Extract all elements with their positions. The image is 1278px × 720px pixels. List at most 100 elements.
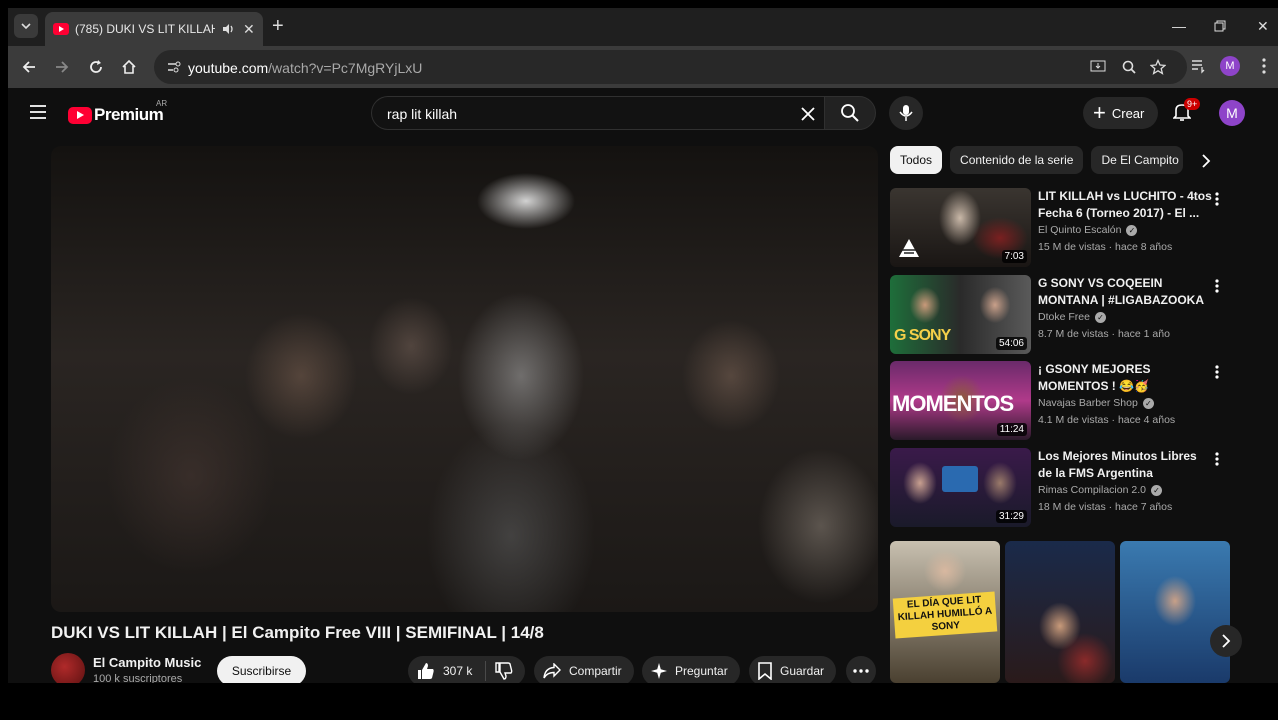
thumbnail-badge-art xyxy=(942,466,978,492)
like-dislike-group: 307 k xyxy=(408,656,525,683)
recommendation-item[interactable]: MOMENTOS 11:24 ¡ GSONY MEJORES MOMENTOS … xyxy=(890,361,1230,441)
minimize-icon[interactable]: — xyxy=(1172,18,1186,34)
verified-icon: ✓ xyxy=(1150,484,1162,496)
short-thumbnail[interactable] xyxy=(1120,541,1230,683)
restore-icon[interactable] xyxy=(1214,20,1226,32)
site-info-icon[interactable] xyxy=(166,59,182,75)
video-thumbnail[interactable]: G SONY 54:06 xyxy=(890,275,1031,354)
short-thumbnail[interactable]: EL DÍA QUE LIT KILLAH HUMILLÓ A SONY xyxy=(890,541,1000,683)
channel-name: Dtoke Free xyxy=(1038,311,1090,323)
subscribe-button[interactable]: Suscribirse xyxy=(217,656,306,683)
youtube-favicon-icon xyxy=(53,23,69,35)
tab-strip: (785) DUKI VS LIT KILLAH | E ✕ + — ✕ xyxy=(8,8,1278,46)
video-thumbnail[interactable]: MOMENTOS 11:24 xyxy=(890,361,1031,440)
more-horizontal-icon xyxy=(853,669,869,673)
bookmark-star-icon[interactable] xyxy=(1150,59,1166,75)
ask-label: Preguntar xyxy=(675,664,728,678)
recommendation-title[interactable]: ¡ GSONY MEJORES MOMENTOS ! 😂🥳 PARODIA... xyxy=(1038,361,1213,395)
thumbs-down-icon xyxy=(495,662,513,680)
channel-name[interactable]: El Campito Music xyxy=(93,655,201,670)
reload-button[interactable] xyxy=(87,58,105,76)
save-button[interactable]: Guardar xyxy=(749,656,837,683)
speaker-icon[interactable] xyxy=(221,22,235,36)
chip-all[interactable]: Todos xyxy=(890,146,943,174)
install-app-icon[interactable] xyxy=(1090,59,1106,75)
ask-button[interactable]: Preguntar xyxy=(642,656,740,683)
recommendation-channel: Rimas Compilacion 2.0 ✓ xyxy=(1038,484,1162,496)
sparkle-icon xyxy=(651,663,667,679)
url-path: /watch?v=Pc7MgRYjLxU xyxy=(268,60,423,76)
close-window-icon[interactable]: ✕ xyxy=(1257,18,1269,35)
address-bar[interactable]: youtube.com/watch?v=Pc7MgRYjLxU xyxy=(154,50,1187,84)
thumbnail-art-text: MOMENTOS xyxy=(892,391,1014,416)
search-input[interactable]: rap lit killah xyxy=(371,96,824,130)
bookmark-icon xyxy=(758,662,772,680)
more-actions-button[interactable] xyxy=(846,656,876,683)
recommendation-title[interactable]: LIT KILLAH vs LUCHITO - 4tos Fecha 6 (To… xyxy=(1038,188,1213,222)
browser-menu-icon[interactable] xyxy=(1262,58,1266,74)
thumbs-up-icon xyxy=(418,663,434,679)
channel-name: Navajas Barber Shop xyxy=(1038,397,1138,409)
video-title: DUKI VS LIT KILLAH | El Campito Free VII… xyxy=(51,623,544,642)
recommendation-meta: 18 M de vistas · hace 7 años xyxy=(1038,501,1173,513)
search-icon xyxy=(841,104,859,122)
url-host: youtube.com xyxy=(188,60,269,76)
notifications-button[interactable]: 9+ xyxy=(1172,98,1201,127)
verified-icon: ✓ xyxy=(1094,311,1106,323)
more-vertical-icon[interactable] xyxy=(1215,452,1219,466)
back-button[interactable] xyxy=(20,58,38,76)
youtube-premium-logo[interactable]: Premium AR xyxy=(68,99,167,125)
clear-search-icon[interactable] xyxy=(798,104,818,124)
active-tab[interactable]: (785) DUKI VS LIT KILLAH | E ✕ xyxy=(45,12,263,46)
shorts-shelf: EL DÍA QUE LIT KILLAH HUMILLÓ A SONY xyxy=(890,541,1230,683)
shorts-next-button[interactable] xyxy=(1210,625,1242,657)
search-button[interactable] xyxy=(824,96,876,130)
short-thumbnail[interactable] xyxy=(1005,541,1115,683)
share-button[interactable]: Compartir xyxy=(534,656,634,683)
save-label: Guardar xyxy=(780,664,825,678)
video-thumbnail[interactable]: 7:03 xyxy=(890,188,1031,267)
chip-series[interactable]: Contenido de la serie xyxy=(950,146,1084,174)
video-thumbnail[interactable]: 31:29 xyxy=(890,448,1031,527)
microphone-icon xyxy=(899,105,913,121)
profile-avatar-small[interactable]: M xyxy=(1220,56,1240,76)
share-label: Compartir xyxy=(569,664,622,678)
like-button[interactable]: 307 k xyxy=(408,661,486,681)
more-vertical-icon[interactable] xyxy=(1215,279,1219,293)
new-tab-button[interactable]: + xyxy=(272,16,284,36)
close-tab-icon[interactable]: ✕ xyxy=(243,21,255,38)
voice-search-button[interactable] xyxy=(889,96,923,130)
account-avatar[interactable]: M xyxy=(1219,100,1245,126)
create-button[interactable]: + Crear xyxy=(1083,97,1159,129)
more-vertical-icon[interactable] xyxy=(1215,365,1219,379)
recommendation-item[interactable]: G SONY 54:06 G SONY VS COQEEIN MONTANA |… xyxy=(890,275,1230,355)
more-vertical-icon[interactable] xyxy=(1215,192,1219,206)
youtube-play-logo-icon xyxy=(68,106,92,124)
chip-channel[interactable]: De El Campito M xyxy=(1091,146,1184,174)
filter-chips: Todos Contenido de la serie De El Campit… xyxy=(890,146,1184,174)
like-count: 307 k xyxy=(443,664,473,678)
channel-avatar[interactable] xyxy=(51,653,85,683)
zoom-icon[interactable] xyxy=(1121,59,1137,75)
recommendation-item[interactable]: 31:29 Los Mejores Minutos Libres de la F… xyxy=(890,448,1230,528)
home-button[interactable] xyxy=(120,58,138,76)
recommendation-title[interactable]: Los Mejores Minutos Libres de la FMS Arg… xyxy=(1038,448,1213,482)
tab-search-button[interactable] xyxy=(14,14,38,38)
arrow-left-icon xyxy=(22,61,35,73)
recommendation-channel: El Quinto Escalón ✓ xyxy=(1038,224,1138,236)
chevron-right-icon xyxy=(1222,634,1231,648)
browser-window: (785) DUKI VS LIT KILLAH | E ✕ + — ✕ you… xyxy=(8,8,1278,683)
duration-badge: 31:29 xyxy=(995,510,1027,523)
chevron-right-icon[interactable] xyxy=(1201,154,1211,168)
reading-list-icon[interactable] xyxy=(1190,58,1206,74)
dislike-button[interactable] xyxy=(495,662,513,680)
recommendation-item[interactable]: 7:03 LIT KILLAH vs LUCHITO - 4tos Fecha … xyxy=(890,188,1230,268)
menu-icon[interactable] xyxy=(30,105,46,119)
forward-button[interactable] xyxy=(53,58,71,76)
share-icon xyxy=(543,663,561,679)
browser-toolbar: youtube.com/watch?v=Pc7MgRYjLxU M xyxy=(8,46,1278,88)
duration-badge: 11:24 xyxy=(996,423,1027,436)
recommendation-title[interactable]: G SONY VS COQEEIN MONTANA | #LIGABAZOOKA… xyxy=(1038,275,1213,309)
recommendation-meta: 15 M de vistas · hace 8 años xyxy=(1038,241,1173,253)
video-player[interactable] xyxy=(51,146,878,612)
